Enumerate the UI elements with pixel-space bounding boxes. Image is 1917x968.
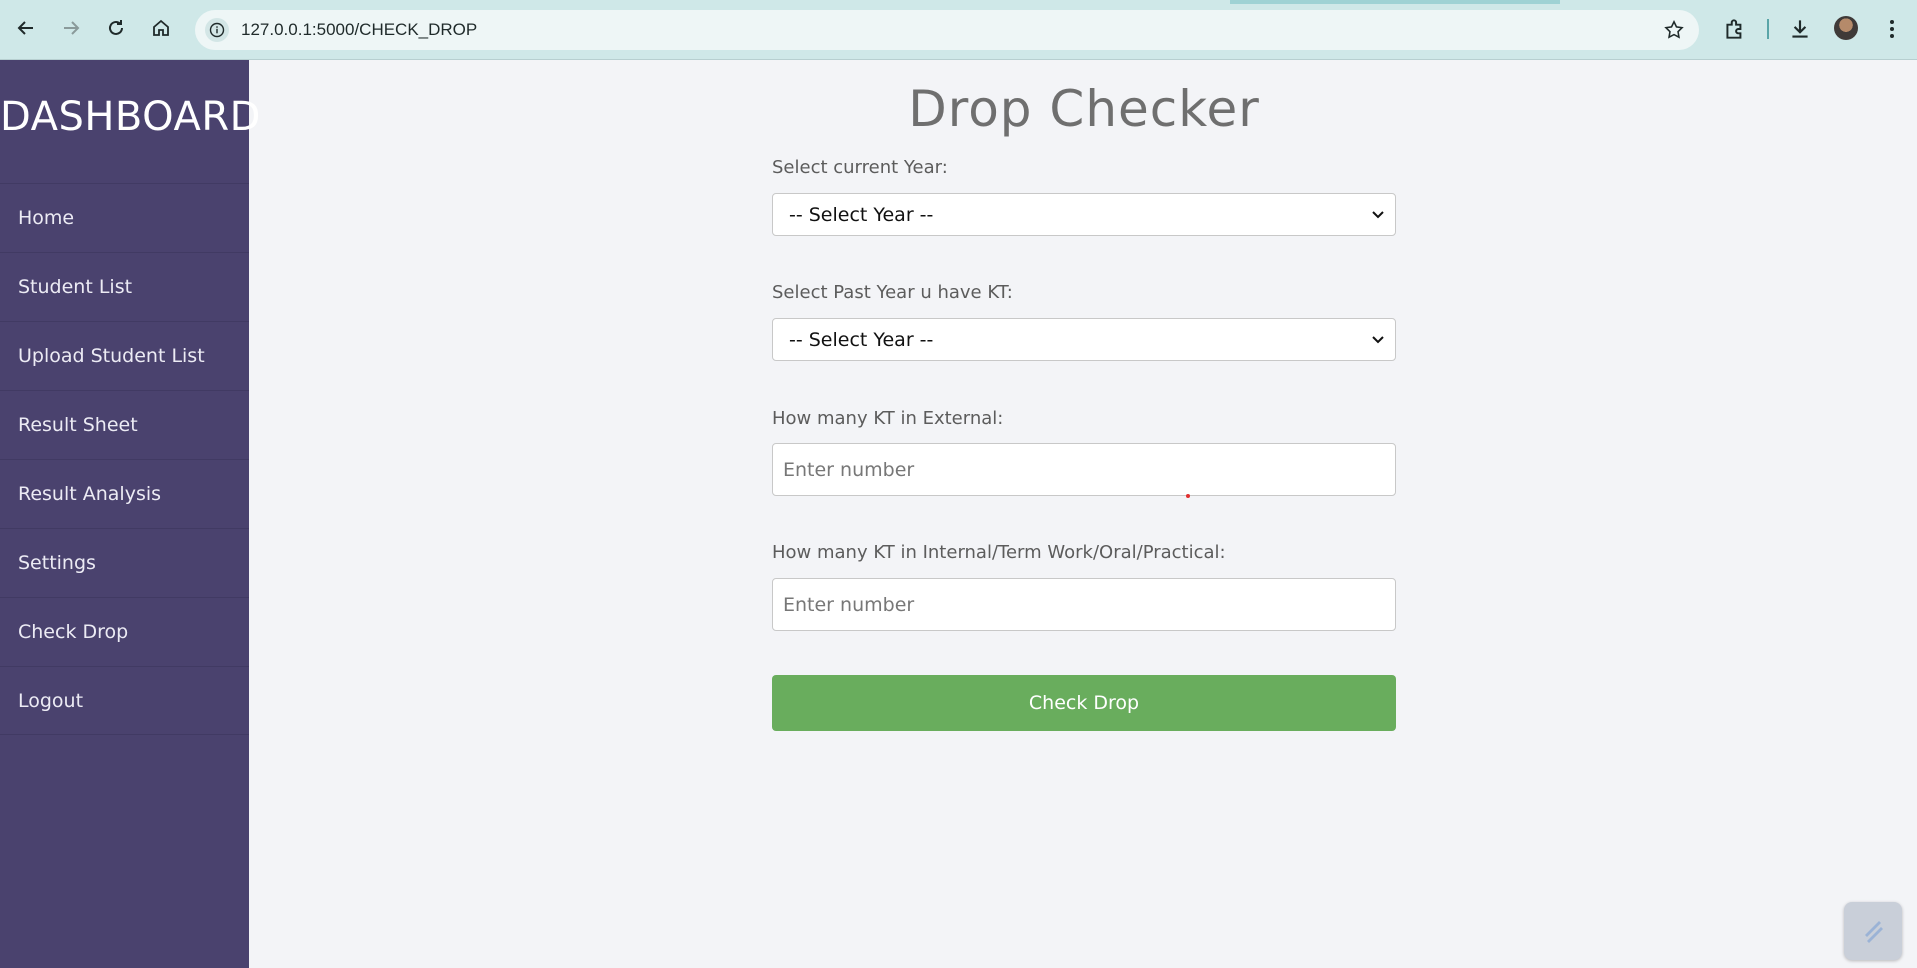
past-year-select[interactable]: -- Select Year -- xyxy=(772,318,1396,361)
past-year-value: -- Select Year -- xyxy=(789,328,934,351)
current-year-value: -- Select Year -- xyxy=(789,203,934,226)
reload-button[interactable] xyxy=(102,14,130,42)
url-text[interactable]: 127.0.0.1:5000/CHECK_DROP xyxy=(241,10,477,50)
sidebar-item-logout[interactable]: Logout xyxy=(0,666,249,735)
info-icon[interactable] xyxy=(205,18,229,42)
brand-title: DASHBOARD xyxy=(0,94,261,140)
star-icon[interactable] xyxy=(1663,19,1685,41)
forward-button[interactable] xyxy=(57,14,85,42)
tab-accent xyxy=(1230,0,1560,4)
home-icon xyxy=(153,19,169,36)
profile-avatar[interactable] xyxy=(1834,16,1858,40)
download-icon[interactable] xyxy=(1787,16,1813,42)
floating-action-button[interactable] xyxy=(1844,902,1902,960)
kebab-menu-icon[interactable] xyxy=(1880,16,1904,42)
chevron-down-icon xyxy=(1372,211,1384,219)
sidebar-item-home[interactable]: Home xyxy=(0,183,249,252)
lightning-icon xyxy=(1865,921,1883,943)
current-year-label: Select current Year: xyxy=(772,157,948,178)
sidebar-item-result-analysis[interactable]: Result Analysis xyxy=(0,459,249,528)
sidebar-item-student-list[interactable]: Student List xyxy=(0,252,249,321)
internal-kt-label: How many KT in Internal/Term Work/Oral/P… xyxy=(772,542,1226,563)
back-button[interactable] xyxy=(12,14,40,42)
reload-icon xyxy=(109,20,123,35)
sidebar-item-upload-student-list[interactable]: Upload Student List xyxy=(0,321,249,390)
arrow-right-icon xyxy=(64,21,80,35)
sidebar-item-settings[interactable]: Settings xyxy=(0,528,249,597)
sidebar-item-result-sheet[interactable]: Result Sheet xyxy=(0,390,249,459)
internal-kt-input[interactable]: Enter number xyxy=(772,578,1396,631)
current-year-select[interactable]: -- Select Year -- xyxy=(772,193,1396,236)
puzzle-icon[interactable] xyxy=(1722,16,1748,42)
address-bar[interactable]: 127.0.0.1:5000/CHECK_DROP xyxy=(195,10,1699,50)
sidebar-item-check-drop[interactable]: Check Drop xyxy=(0,597,249,666)
past-year-label: Select Past Year u have KT: xyxy=(772,282,1013,303)
cursor-marker xyxy=(1186,494,1190,498)
browser-toolbar: 127.0.0.1:5000/CHECK_DROP xyxy=(0,0,1917,60)
external-kt-label: How many KT in External: xyxy=(772,408,1004,429)
arrow-left-icon xyxy=(17,21,33,35)
chevron-down-icon xyxy=(1372,336,1384,344)
external-kt-placeholder: Enter number xyxy=(783,458,915,481)
sidebar-menu: Home Student List Upload Student List Re… xyxy=(0,183,249,735)
sidebar: DASHBOARD Home Student List Upload Stude… xyxy=(0,60,260,968)
page-title: Drop Checker xyxy=(908,80,1260,138)
toolbar-divider xyxy=(1767,19,1769,39)
external-kt-input[interactable]: Enter number xyxy=(772,443,1396,496)
check-drop-button[interactable]: Check Drop xyxy=(772,675,1396,731)
internal-kt-placeholder: Enter number xyxy=(783,593,915,616)
home-button[interactable] xyxy=(147,14,175,42)
